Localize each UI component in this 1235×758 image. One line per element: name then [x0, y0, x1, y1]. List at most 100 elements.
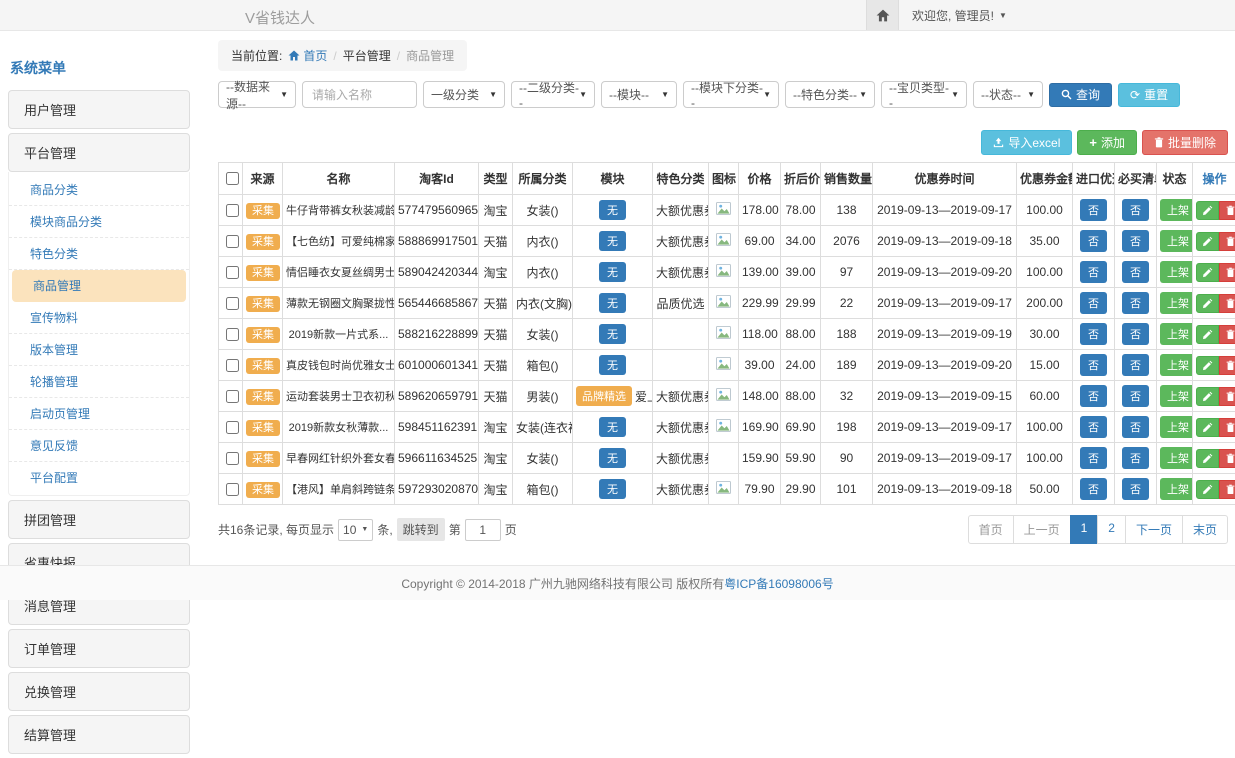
- sidebar-sub-item-版本管理[interactable]: 版本管理: [9, 334, 189, 366]
- filter-select-data-source[interactable]: --数据来源--▼: [218, 81, 296, 108]
- import-select-toggle[interactable]: 否: [1080, 416, 1107, 438]
- status-toggle[interactable]: 上架: [1160, 323, 1193, 345]
- must-buy-toggle[interactable]: 否: [1122, 323, 1149, 345]
- status-toggle[interactable]: 上架: [1160, 261, 1193, 283]
- import-select-toggle[interactable]: 否: [1080, 354, 1107, 376]
- import-excel-button[interactable]: 导入excel: [981, 130, 1072, 155]
- delete-button[interactable]: [1219, 294, 1235, 313]
- delete-button[interactable]: [1219, 480, 1235, 499]
- row-checkbox[interactable]: [226, 483, 239, 496]
- row-checkbox[interactable]: [226, 452, 239, 465]
- delete-button[interactable]: [1219, 263, 1235, 282]
- status-toggle[interactable]: 上架: [1160, 416, 1193, 438]
- jump-page-input[interactable]: [465, 519, 501, 541]
- module-badge[interactable]: 无: [599, 324, 626, 344]
- module-badge[interactable]: 无: [599, 355, 626, 375]
- import-select-toggle[interactable]: 否: [1080, 261, 1107, 283]
- status-toggle[interactable]: 上架: [1160, 447, 1193, 469]
- edit-button[interactable]: [1196, 418, 1219, 437]
- must-buy-toggle[interactable]: 否: [1122, 385, 1149, 407]
- import-select-toggle[interactable]: 否: [1080, 323, 1107, 345]
- row-checkbox[interactable]: [226, 328, 239, 341]
- sidebar-sub-item-商品分类[interactable]: 商品分类: [9, 174, 189, 206]
- row-checkbox[interactable]: [226, 297, 239, 310]
- icp-link[interactable]: 粤ICP备16098006号: [724, 575, 833, 592]
- sidebar-sub-item-宣传物料[interactable]: 宣传物料: [9, 302, 189, 334]
- import-select-toggle[interactable]: 否: [1080, 478, 1107, 500]
- delete-button[interactable]: [1219, 325, 1235, 344]
- home-button[interactable]: [866, 0, 899, 30]
- filter-select-level1-category[interactable]: 一级分类▼: [423, 81, 505, 108]
- import-select-toggle[interactable]: 否: [1080, 385, 1107, 407]
- must-buy-toggle[interactable]: 否: [1122, 478, 1149, 500]
- module-badge[interactable]: 品牌精选: [576, 386, 632, 406]
- per-page-select[interactable]: 10 ▼: [338, 519, 373, 541]
- edit-button[interactable]: [1196, 294, 1219, 313]
- row-checkbox[interactable]: [226, 421, 239, 434]
- breadcrumb-home-link[interactable]: 首页: [288, 47, 327, 64]
- filter-select-status[interactable]: --状态--▼: [973, 81, 1043, 108]
- status-toggle[interactable]: 上架: [1160, 478, 1193, 500]
- module-badge[interactable]: 无: [599, 200, 626, 220]
- import-select-toggle[interactable]: 否: [1080, 230, 1107, 252]
- import-select-toggle[interactable]: 否: [1080, 199, 1107, 221]
- delete-button[interactable]: [1219, 387, 1235, 406]
- sidebar-item-结算管理[interactable]: 结算管理: [8, 715, 190, 754]
- sidebar-item-拼团管理[interactable]: 拼团管理: [8, 500, 190, 539]
- page-button-末页[interactable]: 末页: [1182, 515, 1228, 544]
- page-button-上一页[interactable]: 上一页: [1013, 515, 1071, 544]
- row-checkbox[interactable]: [226, 359, 239, 372]
- edit-button[interactable]: [1196, 325, 1219, 344]
- module-badge[interactable]: 无: [599, 448, 626, 468]
- sidebar-item-订单管理[interactable]: 订单管理: [8, 629, 190, 668]
- must-buy-toggle[interactable]: 否: [1122, 447, 1149, 469]
- status-toggle[interactable]: 上架: [1160, 385, 1193, 407]
- name-search-input[interactable]: [302, 81, 417, 108]
- sidebar-sub-item-特色分类[interactable]: 特色分类: [9, 238, 189, 270]
- sidebar-sub-item-启动页管理[interactable]: 启动页管理: [9, 398, 189, 430]
- import-select-toggle[interactable]: 否: [1080, 292, 1107, 314]
- delete-button[interactable]: [1219, 449, 1235, 468]
- filter-select-feature-category[interactable]: --特色分类--▼: [785, 81, 875, 108]
- must-buy-toggle[interactable]: 否: [1122, 199, 1149, 221]
- edit-button[interactable]: [1196, 480, 1219, 499]
- edit-button[interactable]: [1196, 356, 1219, 375]
- filter-select-item-type[interactable]: --宝贝类型--▼: [881, 81, 967, 108]
- filter-select-module[interactable]: --模块--▼: [601, 81, 677, 108]
- filter-select-module-subcategory[interactable]: --模块下分类--▼: [683, 81, 779, 108]
- delete-button[interactable]: [1219, 201, 1235, 220]
- must-buy-toggle[interactable]: 否: [1122, 261, 1149, 283]
- sidebar-item-兑换管理[interactable]: 兑换管理: [8, 672, 190, 711]
- sidebar-item-平台管理[interactable]: 平台管理: [8, 133, 190, 172]
- import-select-toggle[interactable]: 否: [1080, 447, 1107, 469]
- module-badge[interactable]: 无: [599, 262, 626, 282]
- module-badge[interactable]: 无: [599, 417, 626, 437]
- row-checkbox[interactable]: [226, 390, 239, 403]
- module-badge[interactable]: 无: [599, 479, 626, 499]
- sidebar-sub-item-意见反馈[interactable]: 意见反馈: [9, 430, 189, 462]
- batch-delete-button[interactable]: 批量删除: [1142, 130, 1228, 155]
- edit-button[interactable]: [1196, 201, 1219, 220]
- row-checkbox[interactable]: [226, 266, 239, 279]
- query-button[interactable]: 查询: [1049, 83, 1112, 107]
- delete-button[interactable]: [1219, 356, 1235, 375]
- status-toggle[interactable]: 上架: [1160, 230, 1193, 252]
- add-button[interactable]: + 添加: [1077, 130, 1137, 155]
- page-button-2[interactable]: 2: [1097, 515, 1126, 544]
- delete-button[interactable]: [1219, 418, 1235, 437]
- must-buy-toggle[interactable]: 否: [1122, 230, 1149, 252]
- page-button-下一页[interactable]: 下一页: [1125, 515, 1183, 544]
- filter-select-level2-category[interactable]: --二级分类--▼: [511, 81, 595, 108]
- sidebar-sub-item-模块商品分类[interactable]: 模块商品分类: [9, 206, 189, 238]
- page-button-首页[interactable]: 首页: [968, 515, 1014, 544]
- edit-button[interactable]: [1196, 232, 1219, 251]
- status-toggle[interactable]: 上架: [1160, 354, 1193, 376]
- module-badge[interactable]: 无: [599, 293, 626, 313]
- status-toggle[interactable]: 上架: [1160, 292, 1193, 314]
- delete-button[interactable]: [1219, 232, 1235, 251]
- page-button-1[interactable]: 1: [1070, 515, 1099, 544]
- sidebar-item-用户管理[interactable]: 用户管理: [8, 90, 190, 129]
- user-menu[interactable]: 欢迎您, 管理员! ▼: [912, 7, 1007, 24]
- edit-button[interactable]: [1196, 449, 1219, 468]
- jump-button[interactable]: 跳转到: [397, 518, 445, 541]
